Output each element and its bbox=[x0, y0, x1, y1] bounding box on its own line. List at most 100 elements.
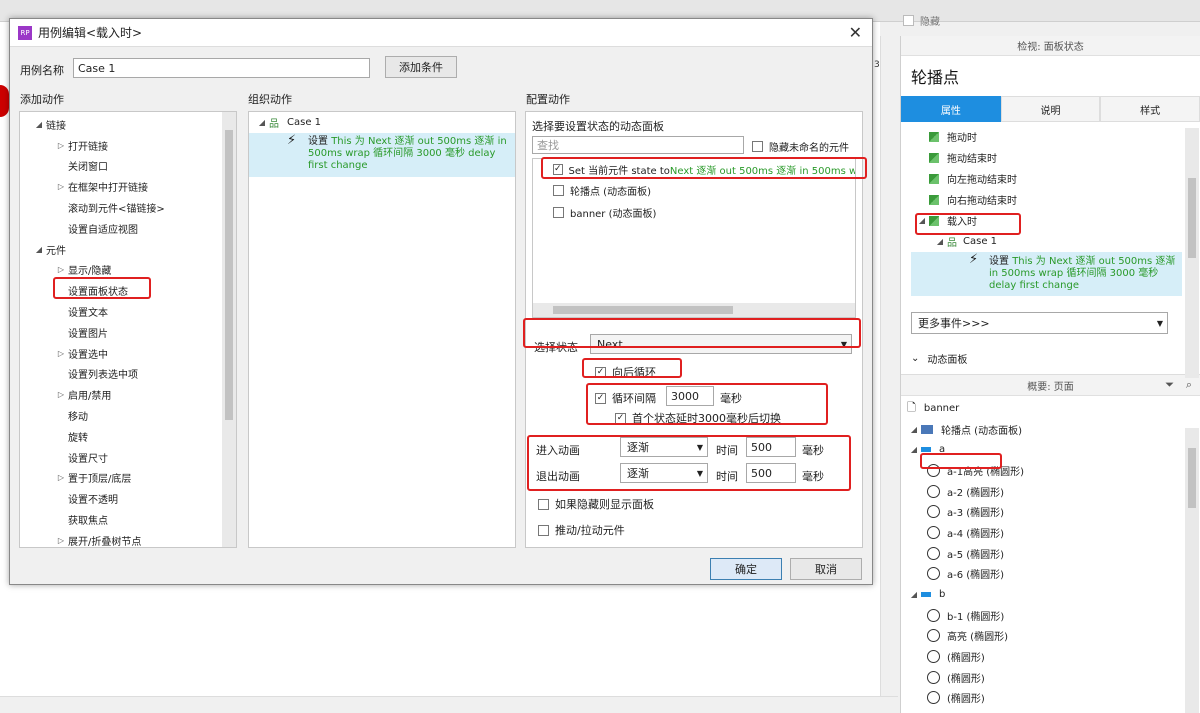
hide-checkbox[interactable]: 隐藏 bbox=[903, 13, 940, 28]
close-icon[interactable]: ✕ bbox=[849, 23, 862, 42]
action-label: 显示/隐藏 bbox=[68, 266, 112, 278]
annotation-panel-item bbox=[541, 157, 867, 179]
action-list-item[interactable]: ▷ 展开/折叠树节点 bbox=[20, 530, 236, 548]
tab-properties[interactable]: 属性 bbox=[901, 96, 1001, 122]
expand-icon[interactable]: ▷ bbox=[54, 473, 68, 482]
event-drag[interactable]: 拖动时 bbox=[929, 126, 1200, 147]
panel-list-hscrollbar[interactable] bbox=[533, 303, 855, 317]
outline-item[interactable]: a-6 (椭圆形) bbox=[901, 564, 1200, 585]
outline-label: (椭圆形) bbox=[947, 653, 985, 665]
outline-item[interactable]: a-2 (椭圆形) bbox=[901, 481, 1200, 502]
show-if-hidden-checkbox[interactable]: 如果隐藏则显示面板 bbox=[538, 496, 654, 512]
panel-item-carousel[interactable]: 轮播点 (动态面板) bbox=[533, 179, 855, 202]
push-pull-checkbox[interactable]: 推动/拉动元件 bbox=[538, 522, 625, 538]
events-scrollbar[interactable] bbox=[1185, 128, 1199, 378]
expand-icon[interactable]: ◢ bbox=[907, 445, 921, 454]
action-label: 设置尺寸 bbox=[68, 453, 108, 465]
action-list-item[interactable]: ▷ 打开链接 bbox=[20, 135, 236, 156]
expand-icon[interactable]: ▷ bbox=[54, 349, 68, 358]
more-events-select[interactable]: 更多事件>>> ▼ bbox=[911, 312, 1168, 334]
outline-item[interactable]: 🗋 banner bbox=[901, 398, 1200, 419]
outline-label: a-2 (椭圆形) bbox=[947, 487, 1005, 499]
action-list-item[interactable]: 设置文本 bbox=[20, 301, 236, 322]
outline-scrollbar[interactable] bbox=[1185, 428, 1199, 713]
tab-notes[interactable]: 说明 bbox=[1000, 96, 1101, 122]
expand-icon[interactable]: ◢ bbox=[32, 245, 46, 254]
outline-item[interactable]: a-5 (椭圆形) bbox=[901, 543, 1200, 564]
outline-label: a-3 (椭圆形) bbox=[947, 508, 1005, 520]
lightning-icon: ⚡ bbox=[287, 133, 297, 148]
outline-item[interactable]: ◢ b bbox=[901, 584, 1200, 605]
action-list-item[interactable]: 设置图片 bbox=[20, 322, 236, 343]
action-list-item[interactable]: ▷ 启用/禁用 bbox=[20, 384, 236, 405]
outline-item[interactable]: b-1 (椭圆形) bbox=[901, 605, 1200, 626]
canvas-scrollbar[interactable] bbox=[880, 36, 898, 696]
expand-icon[interactable]: ◢ bbox=[907, 425, 921, 434]
expand-icon[interactable]: ▷ bbox=[54, 536, 68, 545]
action-list-item[interactable]: 设置列表选中项 bbox=[20, 364, 236, 385]
outline-item[interactable]: 高亮 (椭圆形) bbox=[901, 626, 1200, 647]
outline-item[interactable]: ◢ 轮播点 (动态面板) bbox=[901, 419, 1200, 440]
case-item[interactable]: ◢ 品 Case 1 bbox=[249, 112, 515, 133]
action-list-item[interactable]: 设置不透明 bbox=[20, 488, 236, 509]
expand-icon[interactable]: ◢ bbox=[32, 120, 46, 129]
action-list-item[interactable]: 旋转 bbox=[20, 426, 236, 447]
outline-item[interactable]: (椭圆形) bbox=[901, 646, 1200, 667]
action-list-item[interactable]: ▷ 置于顶层/底层 bbox=[20, 468, 236, 489]
annotation-state-a bbox=[920, 453, 1002, 469]
panel-item-banner[interactable]: banner (动态面板) bbox=[533, 202, 855, 222]
expand-icon[interactable]: ▷ bbox=[54, 182, 68, 191]
dynamic-panel-section[interactable]: ⌄ 动态面板 bbox=[901, 348, 1200, 368]
outline-label: b-1 (椭圆形) bbox=[947, 611, 1005, 623]
outline-item[interactable]: a-4 (椭圆形) bbox=[901, 522, 1200, 543]
canvas-red-circle bbox=[0, 85, 9, 117]
action-list-item[interactable]: 关闭窗口 bbox=[20, 156, 236, 177]
expand-icon[interactable]: ▷ bbox=[54, 390, 68, 399]
outline-item[interactable]: (椭圆形) bbox=[901, 688, 1200, 709]
actions-scrollbar[interactable] bbox=[222, 112, 236, 547]
outline-label: banner bbox=[923, 402, 960, 414]
action-list-item[interactable]: ◢ 链接 bbox=[20, 114, 236, 135]
action-list-item[interactable]: 滚动到元件<锚链接> bbox=[20, 197, 236, 218]
action-label: 元件 bbox=[46, 245, 66, 257]
tab-style[interactable]: 样式 bbox=[1100, 96, 1200, 122]
action-list-item[interactable]: 设置自适应视图 bbox=[20, 218, 236, 239]
cancel-button[interactable]: 取消 bbox=[790, 558, 862, 580]
expand-icon[interactable]: ◢ bbox=[907, 590, 921, 599]
case-name-label: 用例名称 bbox=[20, 64, 64, 77]
action-label: 置于顶层/底层 bbox=[68, 474, 132, 486]
action-list-item[interactable]: 设置尺寸 bbox=[20, 447, 236, 468]
app-logo: RP bbox=[18, 25, 32, 40]
select-panel-label: 选择要设置状态的动态面板 bbox=[532, 120, 664, 133]
case-name-input[interactable]: Case 1 bbox=[73, 58, 370, 78]
action-list-item[interactable]: ◢ 元件 bbox=[20, 239, 236, 260]
event-drag-end[interactable]: 拖动结束时 bbox=[929, 147, 1200, 168]
action-label: 旋转 bbox=[68, 432, 88, 444]
search-icon[interactable]: ⌕ bbox=[1186, 378, 1192, 392]
canvas-hscrollbar[interactable] bbox=[0, 696, 898, 713]
add-condition-button[interactable]: 添加条件 bbox=[385, 56, 457, 78]
hide-unnamed-checkbox[interactable]: 隐藏未命名的元件 bbox=[752, 139, 849, 154]
action-list-item[interactable]: 移动 bbox=[20, 405, 236, 426]
outline-item[interactable]: (椭圆形) bbox=[901, 667, 1200, 688]
action-list-item[interactable]: 获取焦点 bbox=[20, 509, 236, 530]
expand-icon[interactable]: ◢ bbox=[255, 118, 269, 127]
ellipse-icon bbox=[927, 567, 940, 581]
outline-item[interactable]: a-3 (椭圆形) bbox=[901, 501, 1200, 522]
expand-icon[interactable]: ▷ bbox=[54, 141, 68, 150]
outline-label: a-5 (椭圆形) bbox=[947, 549, 1005, 561]
event-drag-right[interactable]: 向右拖动结束时 bbox=[929, 189, 1200, 210]
expand-icon[interactable]: ◢ bbox=[933, 237, 947, 246]
action-item[interactable]: ⚡ 设置 This 为 Next 逐渐 out 500ms 逐渐 in 500m… bbox=[249, 133, 515, 177]
add-action-panel: ◢ 链接 ▷ 打开链接 关闭窗口 ▷ 在框架中打开链接 滚动到元件<锚链接> 设置自适应视图 ◢ 元… bbox=[19, 111, 237, 548]
action-list-item[interactable]: ▷ 设置选中 bbox=[20, 343, 236, 364]
inspector-title: 轮播点 bbox=[911, 68, 960, 87]
action-item[interactable]: ⚡ 设置 This 为 Next 逐渐 out 500ms 逐渐 in 500m… bbox=[911, 252, 1182, 296]
action-label: 展开/折叠树节点 bbox=[68, 536, 142, 548]
panel-search-input[interactable]: 查找 bbox=[532, 136, 744, 154]
filter-icon[interactable]: ⏷ bbox=[1165, 378, 1174, 392]
event-drag-left[interactable]: 向左拖动结束时 bbox=[929, 168, 1200, 189]
action-list-item[interactable]: ▷ 在框架中打开链接 bbox=[20, 176, 236, 197]
ok-button[interactable]: 确定 bbox=[710, 558, 782, 580]
expand-icon[interactable]: ▷ bbox=[54, 265, 68, 274]
